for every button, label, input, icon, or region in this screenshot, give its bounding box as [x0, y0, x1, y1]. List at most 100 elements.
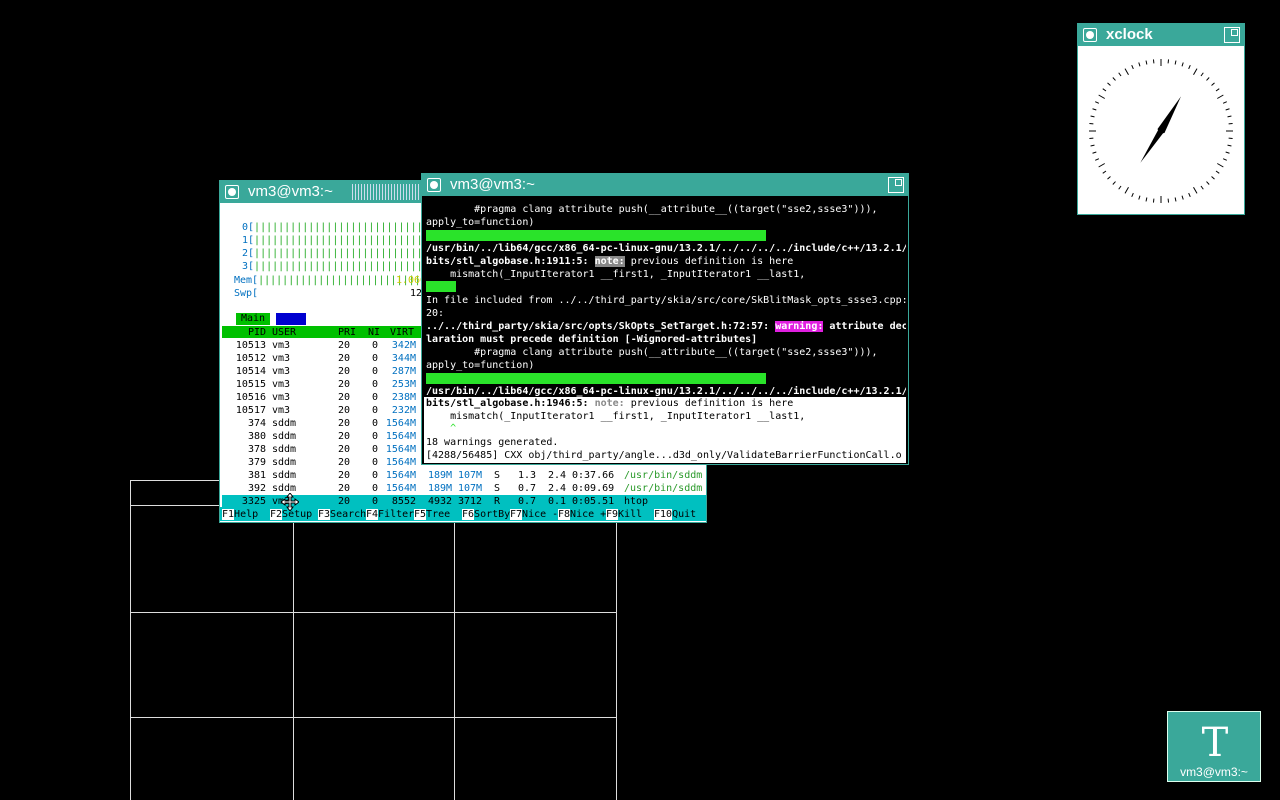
cell-pri: 20 — [338, 457, 351, 468]
window-menu-icon[interactable] — [427, 178, 441, 192]
cell-mem: 2.4 — [548, 483, 567, 494]
clock-tick — [1227, 115, 1232, 118]
clock-tick — [1112, 77, 1116, 81]
clock-tick — [1145, 60, 1148, 65]
fkey-kill-button[interactable]: F9Kill — [606, 508, 642, 521]
fkey-number: F1 — [222, 509, 235, 520]
cell-pri: 20 — [338, 366, 351, 377]
fkey-label: SortBy — [474, 509, 511, 520]
cell-pri: 20 — [338, 431, 351, 442]
fkey-nice-button[interactable]: F8Nice + — [558, 508, 606, 521]
cell-pid: 10517 — [235, 405, 266, 416]
clock-tick — [1227, 144, 1232, 147]
window-menu-icon[interactable] — [1083, 28, 1097, 42]
terminal-icon: T — [1202, 720, 1229, 764]
terminal-line: ^ — [426, 423, 457, 434]
terminal-line: In file included from ../../third_party/… — [426, 295, 906, 306]
cell-virt: 253M — [391, 379, 416, 390]
column-header-ni[interactable]: NI — [368, 326, 380, 339]
cell-ni: 0 — [372, 405, 379, 416]
cell-pid: 374 — [247, 418, 266, 429]
column-header-pid[interactable]: PID — [248, 326, 266, 339]
grid-line — [293, 505, 294, 800]
clock-tick — [1118, 185, 1122, 190]
terminal-line: 20: — [426, 308, 445, 319]
cell-s: S — [494, 483, 501, 494]
mem-meter: Mem[|||||||||||||||||||||||||||||||| 1.06… — [234, 274, 451, 287]
fkey-nice-button[interactable]: F7Nice - — [510, 508, 558, 521]
terminal-line: /usr/bin/../lib64/gcc/x86_64-pc-linux-gn… — [426, 243, 906, 254]
terminal-line: apply_to=function) — [426, 360, 535, 371]
column-header-user[interactable]: USER — [272, 326, 296, 339]
cell-virt: 1564M — [385, 483, 416, 494]
cell-pid: 10513 — [235, 340, 266, 351]
fkey-search-button[interactable]: F3Search — [318, 508, 366, 521]
note-label: note: — [594, 256, 625, 267]
cell-pri: 20 — [338, 392, 351, 403]
clock-tick — [1138, 62, 1141, 67]
terminal-text: ../../third_party/skia/src/opts/SkOpts_S… — [426, 321, 776, 332]
cell-pid: 381 — [247, 470, 266, 481]
clock-tick — [1217, 163, 1224, 168]
terminal-line: mismatch(_InputIterator1 __first1, _Inpu… — [426, 269, 806, 280]
clock-tick — [1092, 108, 1097, 111]
maximize-icon[interactable] — [1224, 27, 1240, 43]
tab-main[interactable]: Main — [236, 313, 270, 325]
terminal-line: ../../third_party/skia/src/opts/SkOpts_S… — [426, 320, 906, 333]
fkey-number: F10 — [654, 509, 673, 520]
clock-tick — [1181, 62, 1184, 67]
clock-tick — [1138, 195, 1141, 200]
cell-user: vm3 — [272, 392, 291, 403]
cell-cpu: 0.7 — [518, 483, 537, 494]
terminal-line: laration must precede definition [-Wigno… — [426, 334, 758, 345]
column-header-virt[interactable]: VIRT — [390, 326, 414, 339]
xclock-titlebar[interactable]: xclock — [1078, 24, 1244, 46]
fkey-label: Nice - — [522, 509, 559, 520]
terminal-titlebar[interactable]: vm3@vm3:~ — [422, 174, 908, 196]
xclock-window[interactable]: xclock — [1077, 23, 1245, 215]
terminal-window[interactable]: vm3@vm3:~ #pragma clang attribute push(_… — [421, 173, 909, 465]
maximize-icon[interactable] — [888, 177, 904, 193]
cell-virt: 1564M — [385, 431, 416, 442]
terminal-output-lower[interactable]: bits/stl_algobase.h:1946:5: note: previo… — [424, 397, 906, 463]
window-menu-icon[interactable] — [225, 185, 239, 199]
clock-tick — [1225, 108, 1230, 111]
terminal-desktop-icon[interactable]: T vm3@vm3:~ — [1167, 711, 1261, 782]
column-header-pri[interactable]: PRI — [338, 326, 356, 339]
clock-tick — [1217, 94, 1224, 99]
clock-tick — [1131, 65, 1134, 70]
fkey-tree-button[interactable]: F5Tree — [414, 508, 450, 521]
table-row[interactable]: 381 sddm 20 0 1564M 189M 107M S 1.3 2.4 0:37.66/us… — [222, 469, 706, 482]
clock-tick — [1215, 170, 1220, 174]
clock-tick — [1118, 72, 1122, 77]
clock-tick — [1193, 187, 1198, 194]
clock-tick — [1200, 185, 1204, 190]
cpu-meter-label: 1[ — [242, 235, 255, 246]
clock-tick — [1095, 158, 1100, 161]
fkey-label: Filter — [378, 509, 415, 520]
fkey-sortby-button[interactable]: F6SortBy — [462, 508, 510, 521]
clock-face — [1089, 59, 1233, 203]
terminal-line: 18 warnings generated. — [426, 437, 559, 448]
cpu-meter-label: 0[ — [242, 222, 255, 233]
caret-highlight — [426, 281, 456, 292]
grid-line — [454, 505, 455, 800]
clock-tick — [1102, 170, 1107, 174]
clock-tick — [1145, 197, 1148, 202]
cell-cmd: /usr/bin/sddm — [624, 483, 703, 494]
cell-ni: 0 — [372, 431, 379, 442]
terminal-text: previous definition is here — [624, 256, 794, 267]
cell-user: vm3 — [272, 353, 291, 364]
fkey-number: F3 — [318, 509, 331, 520]
fkey-filter-button[interactable]: F4Filter — [366, 508, 414, 521]
cell-ni: 0 — [372, 353, 379, 364]
cell-pri: 20 — [338, 405, 351, 416]
fkey-help-button[interactable]: F1Help — [222, 508, 258, 521]
tab-io[interactable] — [276, 313, 306, 325]
fkey-quit-button[interactable]: F10Quit — [654, 508, 696, 521]
note-label: note: — [594, 398, 625, 409]
clock-tick — [1131, 192, 1134, 197]
cell-user: sddm — [272, 457, 297, 468]
clock-tick — [1107, 82, 1111, 86]
terminal-line: #pragma clang attribute push(__attribute… — [426, 347, 878, 358]
